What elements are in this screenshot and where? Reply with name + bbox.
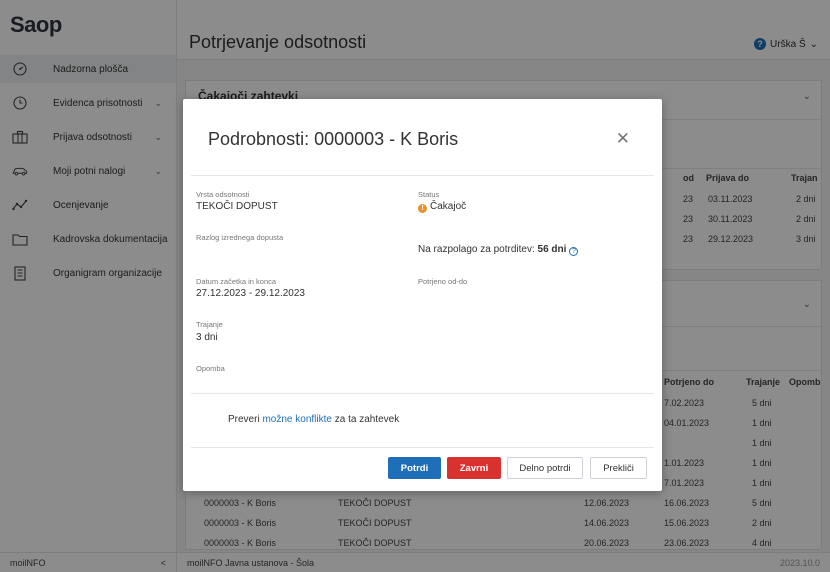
available-days-value: 56 dni <box>537 244 567 255</box>
conflicts-link[interactable]: možne konflikte <box>262 414 331 425</box>
duration-value: 3 dni <box>196 332 218 343</box>
confirmed-range-label: Potrjeno od-do <box>418 277 468 286</box>
date-range-value: 27.12.2023 - 29.12.2023 <box>196 288 305 299</box>
status-label: Status <box>418 190 440 199</box>
details-modal: Podrobnosti: 0000003 - K Boris ✕ Vrsta o… <box>183 99 662 491</box>
divider <box>191 447 654 448</box>
conflict-suffix: za ta zahtevek <box>334 414 400 425</box>
status-text: Čakajoč <box>430 201 467 212</box>
absence-type-label: Vrsta odsotnosti <box>196 190 250 199</box>
warning-icon: ! <box>418 204 427 213</box>
available-days: Na razpolago za potrditev: 56 dni? <box>418 244 579 256</box>
info-icon[interactable]: ? <box>569 247 579 256</box>
divider <box>191 393 654 394</box>
reject-button[interactable]: Zavrni <box>447 457 501 479</box>
duration-label: Trajanje <box>196 320 223 329</box>
note-label: Opomba <box>196 364 225 373</box>
status-value: ! Čakajoč <box>418 201 466 213</box>
date-range-label: Datum začetka in konca <box>196 277 277 286</box>
confirm-button[interactable]: Potrdi <box>388 457 441 479</box>
divider <box>191 175 654 176</box>
cancel-button[interactable]: Prekliči <box>590 457 647 479</box>
absence-type-value: TEKOČI DOPUST <box>196 201 278 212</box>
partial-confirm-button[interactable]: Delno potrdi <box>507 457 583 479</box>
modal-title: Podrobnosti: 0000003 - K Boris <box>208 129 459 149</box>
reason-label: Razlog izrednega dopusta <box>196 233 284 242</box>
conflict-prefix: Preveri <box>228 414 260 425</box>
available-days-label: Na razpolago za potrditev: <box>418 244 535 255</box>
close-icon[interactable]: ✕ <box>616 129 630 149</box>
conflict-check: Preveri možne konflikte za ta zahtevek <box>228 414 399 425</box>
